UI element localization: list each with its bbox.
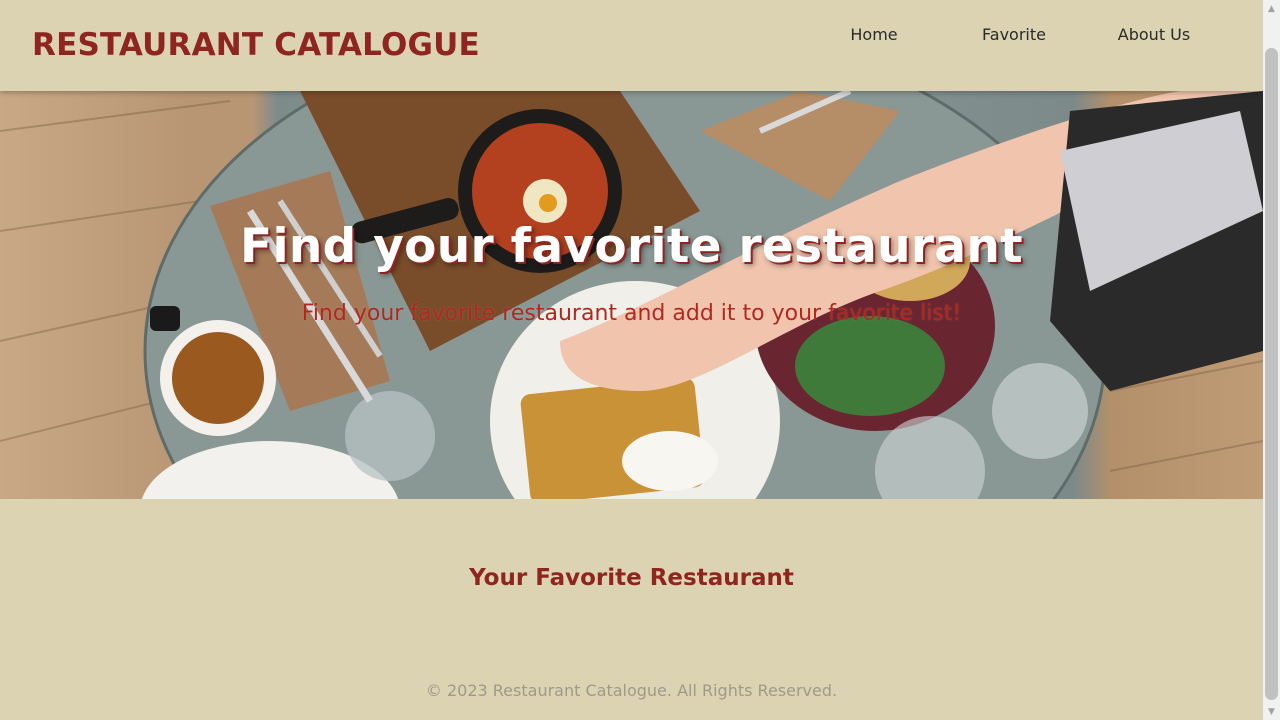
app-bar: RESTAURANT CATALOGUE Home Favorite About… — [0, 0, 1263, 91]
main-nav: Home Favorite About Us — [804, 25, 1224, 45]
page: RESTAURANT CATALOGUE Home Favorite About… — [0, 0, 1263, 720]
hero-banner: Find your favorite restaurant Find your … — [0, 91, 1263, 499]
brand-title[interactable]: RESTAURANT CATALOGUE — [32, 27, 480, 63]
hero-title: Find your favorite restaurant — [240, 219, 1023, 274]
hero-food-image — [0, 91, 1263, 499]
nav-about-us-link[interactable]: About Us — [1084, 25, 1224, 45]
vertical-scrollbar[interactable]: ▲ ▼ — [1263, 0, 1280, 720]
footer-copyright: © 2023 Restaurant Catalogue. All Rights … — [425, 681, 838, 700]
scroll-up-arrow-icon[interactable]: ▲ — [1263, 0, 1280, 17]
hero-subtitle: Find your favorite restaurant and add it… — [301, 301, 962, 326]
nav-favorite-link[interactable]: Favorite — [944, 25, 1084, 45]
scrollbar-thumb[interactable] — [1265, 48, 1278, 700]
scroll-down-arrow-icon[interactable]: ▼ — [1263, 703, 1280, 720]
favorite-section-title: Your Favorite Restaurant — [469, 565, 794, 591]
nav-home-link[interactable]: Home — [804, 25, 944, 45]
